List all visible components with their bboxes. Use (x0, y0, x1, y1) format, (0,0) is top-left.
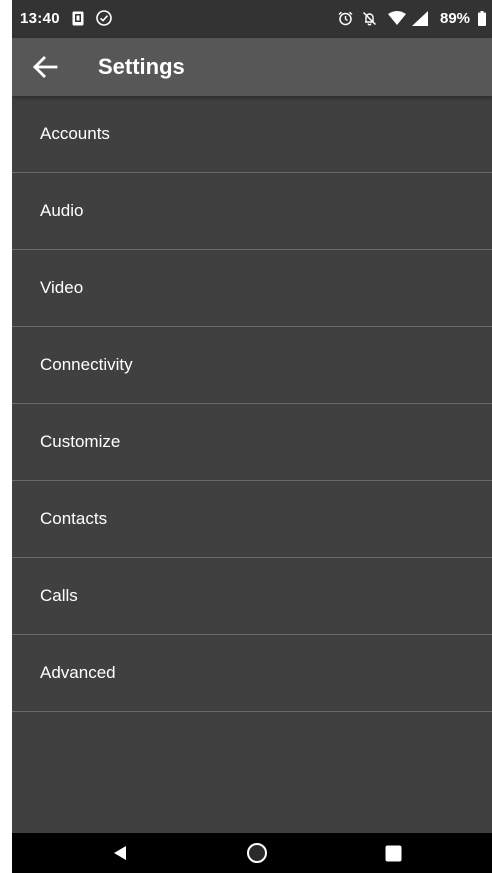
arrow-back-icon[interactable] (30, 52, 60, 82)
check-circle-icon (96, 10, 112, 26)
settings-item-contacts[interactable]: Contacts (12, 481, 492, 558)
settings-item-customize[interactable]: Customize (12, 404, 492, 481)
settings-item-accounts[interactable]: Accounts (12, 96, 492, 173)
settings-item-label: Accounts (40, 124, 110, 143)
settings-item-audio[interactable]: Audio (12, 173, 492, 250)
settings-item-connectivity[interactable]: Connectivity (12, 327, 492, 404)
settings-item-video[interactable]: Video (12, 250, 492, 327)
recents-square-icon[interactable] (363, 833, 423, 873)
status-time: 13:40 (20, 10, 60, 27)
wifi-icon (388, 10, 406, 26)
sim-card-icon (72, 10, 84, 26)
settings-item-label: Audio (40, 201, 84, 220)
settings-item-label: Contacts (40, 509, 108, 528)
settings-item-calls[interactable]: Calls (12, 558, 492, 635)
back-triangle-icon[interactable] (90, 833, 150, 873)
phone-screen: 13:40 89% Settings Accounts Audio Video … (12, 0, 492, 873)
battery-icon (478, 10, 486, 26)
app-bar: Settings (12, 38, 492, 96)
status-bar: 13:40 89% (12, 0, 492, 38)
home-circle-icon[interactable] (227, 833, 287, 873)
settings-item-label: Connectivity (40, 355, 133, 374)
notifications-off-icon (362, 10, 377, 26)
page-title: Settings (98, 54, 185, 79)
settings-item-label: Advanced (40, 663, 116, 682)
settings-list: Accounts Audio Video Connectivity Custom… (12, 96, 492, 712)
battery-percent: 89% (440, 10, 471, 27)
settings-item-label: Calls (40, 586, 78, 605)
settings-item-advanced[interactable]: Advanced (12, 635, 492, 712)
signal-icon (412, 10, 428, 26)
settings-item-label: Video (40, 278, 84, 297)
alarm-icon (338, 10, 353, 26)
navigation-bar (12, 833, 492, 873)
settings-item-label: Customize (40, 432, 121, 451)
